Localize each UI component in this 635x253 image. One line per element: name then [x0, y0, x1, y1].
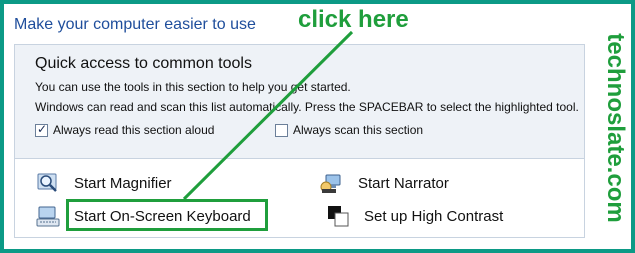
watermark-text: technoslate.com — [602, 33, 629, 223]
watermark: technoslate.com — [600, 18, 630, 238]
annotation-arrow — [182, 30, 354, 201]
click-here-annotation: click here — [298, 6, 409, 33]
